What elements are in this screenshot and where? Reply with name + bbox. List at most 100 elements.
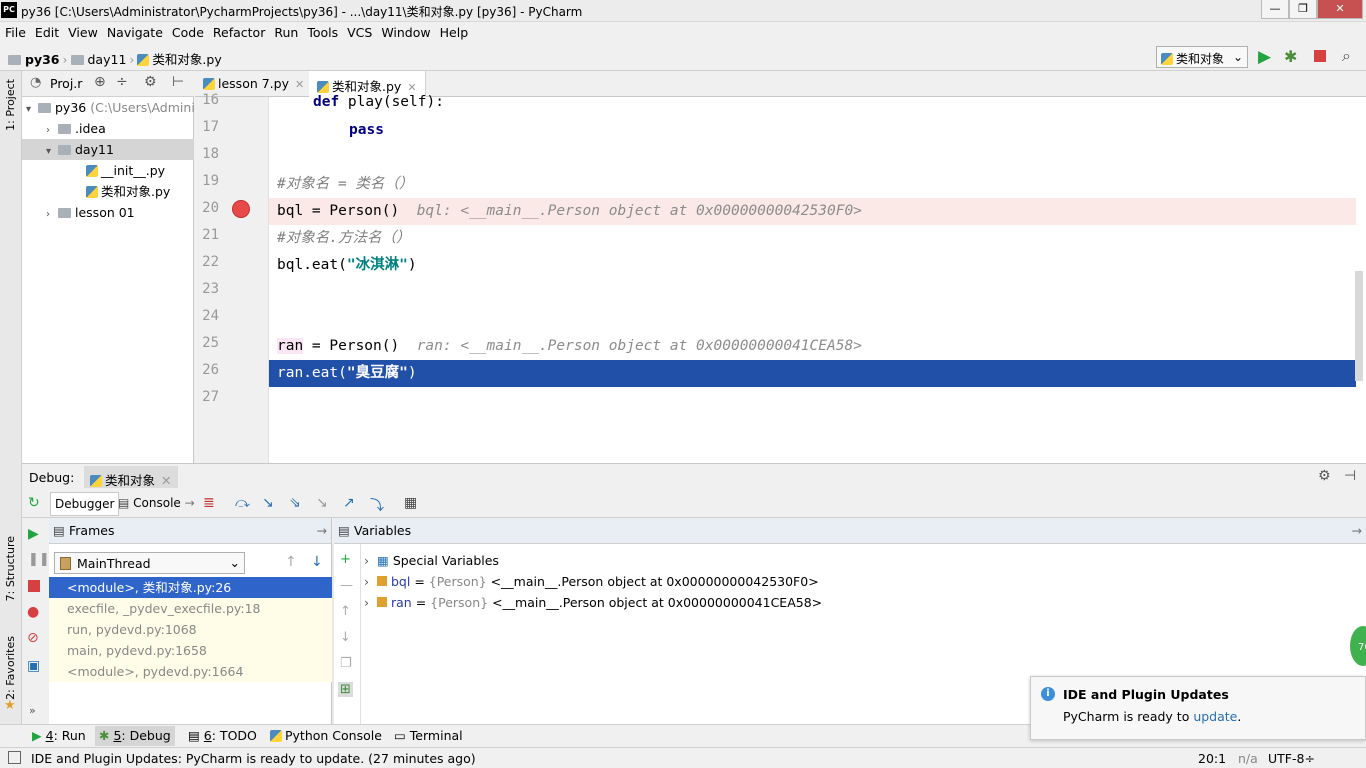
hide-panel-icon[interactable]: ⊢ xyxy=(172,74,184,90)
editor-gutter[interactable]: 16 17 18 19 20 21 22 23 24 25 26 27 xyxy=(195,92,269,463)
code-line-16[interactable]: def play(self): xyxy=(269,89,1356,116)
project-panel-title[interactable]: Proj.r xyxy=(50,76,82,91)
menu-edit[interactable]: Edit xyxy=(30,22,63,40)
debug-bug-icon[interactable]: ✱ xyxy=(1284,47,1297,66)
project-tool-tab[interactable]: 1: Project xyxy=(4,79,17,131)
file-encoding[interactable]: UTF-8÷ xyxy=(1268,751,1315,766)
menu-file[interactable]: File xyxy=(0,22,30,40)
code-line-20[interactable]: bql = Person() bql: <__main__.Person obj… xyxy=(269,198,1356,225)
frame-row[interactable]: <module>, 类和对象.py:26 xyxy=(49,577,332,598)
gear-icon[interactable]: ⚙ xyxy=(1318,468,1331,484)
favorites-tool-tab[interactable]: 2: Favorites xyxy=(4,636,17,700)
update-link[interactable]: update xyxy=(1193,709,1237,724)
collapse-icon[interactable]: ÷ xyxy=(116,74,128,90)
remove-watch-icon[interactable]: — xyxy=(340,578,353,593)
tree-item-lesson01[interactable]: › lesson 01 xyxy=(22,202,194,223)
tab-console[interactable]: ▤ Console → xyxy=(114,492,199,516)
show-watches-icon[interactable]: ⊞ xyxy=(338,682,353,697)
evaluate-expression-icon[interactable]: ▦ xyxy=(404,495,417,511)
code-line-17[interactable]: pass xyxy=(269,117,1356,144)
stop-icon[interactable] xyxy=(28,580,40,592)
stop-icon[interactable] xyxy=(1314,50,1326,62)
menu-window[interactable]: Window xyxy=(376,22,434,40)
menu-refactor[interactable]: Refactor xyxy=(208,22,269,40)
tree-item-py36[interactable]: ▾ py36 (C:\Users\Adminis xyxy=(22,97,201,118)
tab-debug[interactable]: ✱ 5: Debug xyxy=(95,726,175,746)
pin-icon[interactable]: → xyxy=(317,523,327,538)
line-separator[interactable]: n/a xyxy=(1238,751,1258,766)
breadcrumb-folder[interactable]: day11 xyxy=(88,52,127,67)
step-into-my-code-icon[interactable]: ⇘ xyxy=(289,495,301,511)
arrow-up-icon[interactable]: ↑ xyxy=(340,604,351,619)
force-step-into-icon[interactable]: ↘ xyxy=(316,495,328,511)
search-icon[interactable]: ⌕ xyxy=(1342,46,1351,66)
step-out-icon[interactable]: ↗ xyxy=(343,495,355,511)
frame-row[interactable]: main, pydevd.py:1658 xyxy=(49,640,332,661)
tree-item-class-file[interactable]: 类和对象.py xyxy=(22,181,194,202)
code-line-26-execution-point[interactable]: ran.eat("臭豆腐") xyxy=(269,360,1356,387)
debug-config-tab[interactable]: 类和对象 ✕ xyxy=(84,466,178,488)
breadcrumb-file[interactable]: 类和对象.py xyxy=(152,52,221,67)
show-execution-point-icon[interactable]: ≣ xyxy=(203,495,215,511)
thread-select[interactable]: MainThread ⌄ xyxy=(54,552,245,574)
rerun-icon[interactable]: ↻ xyxy=(28,495,40,511)
frame-row[interactable]: run, pydevd.py:1068 xyxy=(49,619,332,640)
cursor-position[interactable]: 20:1 xyxy=(1198,751,1226,766)
variable-row-ran[interactable]: › ran = {Person} <__main__.Person object … xyxy=(364,592,822,613)
frame-row[interactable]: <module>, pydevd.py:1664 xyxy=(49,661,332,682)
step-over-icon[interactable]: ⤼ xyxy=(235,495,250,511)
arrow-up-icon[interactable]: ↑ xyxy=(285,554,297,570)
arrow-down-icon[interactable]: ↓ xyxy=(311,554,323,570)
breakpoint-icon[interactable] xyxy=(232,200,250,218)
target-icon[interactable]: ⊕ xyxy=(94,74,106,90)
menu-tools[interactable]: Tools xyxy=(302,22,342,40)
toggle-tool-windows-icon[interactable] xyxy=(8,751,21,764)
breadcrumb-project[interactable]: py36 xyxy=(25,52,60,67)
menu-help[interactable]: Help xyxy=(435,22,473,40)
pin-icon[interactable]: → xyxy=(1352,523,1362,538)
pause-icon[interactable]: ❚❚ xyxy=(28,552,50,567)
tree-item-init[interactable]: __init__.py xyxy=(22,160,194,181)
close-window-button[interactable]: ✕ xyxy=(1317,0,1363,19)
mute-breakpoints-icon[interactable]: ⊘ xyxy=(27,630,39,646)
minimize-button[interactable]: — xyxy=(1261,0,1289,19)
run-icon[interactable]: ▶ xyxy=(1258,47,1271,67)
tab-terminal[interactable]: ▭ Terminal xyxy=(390,728,467,743)
variable-row-special[interactable]: › ▦ Special Variables xyxy=(364,550,499,571)
tab-python-console[interactable]: Python Console xyxy=(266,728,386,743)
tab-todo[interactable]: ▤ 6: TODO xyxy=(184,728,261,743)
add-watch-icon[interactable]: + xyxy=(340,552,351,567)
hide-panel-icon[interactable]: ⊣ xyxy=(1344,468,1356,484)
more-icon[interactable]: » xyxy=(29,704,36,717)
status-message[interactable]: IDE and Plugin Updates: PyCharm is ready… xyxy=(31,751,476,766)
code-line-19[interactable]: #对象名 = 类名（） xyxy=(269,171,1356,198)
tab-run[interactable]: ▶ 4: Run xyxy=(28,728,90,743)
maximize-button[interactable]: ❐ xyxy=(1289,0,1317,19)
tab-debugger[interactable]: Debugger xyxy=(50,492,120,516)
code-line-25[interactable]: ran = Person() ran: <__main__.Person obj… xyxy=(269,333,1356,360)
code-line-21[interactable]: #对象名.方法名（） xyxy=(269,225,1356,252)
restore-layout-icon[interactable]: ▣ xyxy=(27,658,40,674)
menu-code[interactable]: Code xyxy=(167,22,208,40)
gear-icon[interactable]: ⚙ xyxy=(144,74,157,90)
structure-tool-tab[interactable]: 7: Structure xyxy=(4,536,17,601)
arrow-down-icon[interactable]: ↓ xyxy=(340,630,351,645)
menu-navigate[interactable]: Navigate xyxy=(102,22,167,40)
resume-icon[interactable]: ▶ xyxy=(28,526,39,542)
copy-icon[interactable]: ❐ xyxy=(340,656,352,671)
run-config-select[interactable]: 类和对象 ⌄ xyxy=(1156,46,1248,68)
menu-vcs[interactable]: VCS xyxy=(342,22,376,40)
variable-row-bql[interactable]: › bql = {Person} <__main__.Person object … xyxy=(364,571,819,592)
view-breakpoints-icon[interactable]: ● xyxy=(27,604,39,620)
menu-run[interactable]: Run xyxy=(269,22,302,40)
editor-scrollbar[interactable] xyxy=(1355,271,1363,381)
tree-item-idea[interactable]: › .idea xyxy=(22,118,194,139)
code-line-22[interactable]: bql.eat("冰淇淋") xyxy=(269,252,1356,279)
close-icon[interactable]: ✕ xyxy=(161,473,171,488)
frame-row[interactable]: execfile, _pydev_execfile.py:18 xyxy=(49,598,332,619)
update-notification[interactable]: i IDE and Plugin Updates PyCharm is read… xyxy=(1030,676,1366,740)
step-into-icon[interactable]: ↘ xyxy=(262,495,274,511)
menu-view[interactable]: View xyxy=(63,22,102,40)
run-to-cursor-icon[interactable]: ⤵ xyxy=(370,495,384,515)
tree-item-day11[interactable]: ▾ day11 xyxy=(22,139,194,160)
